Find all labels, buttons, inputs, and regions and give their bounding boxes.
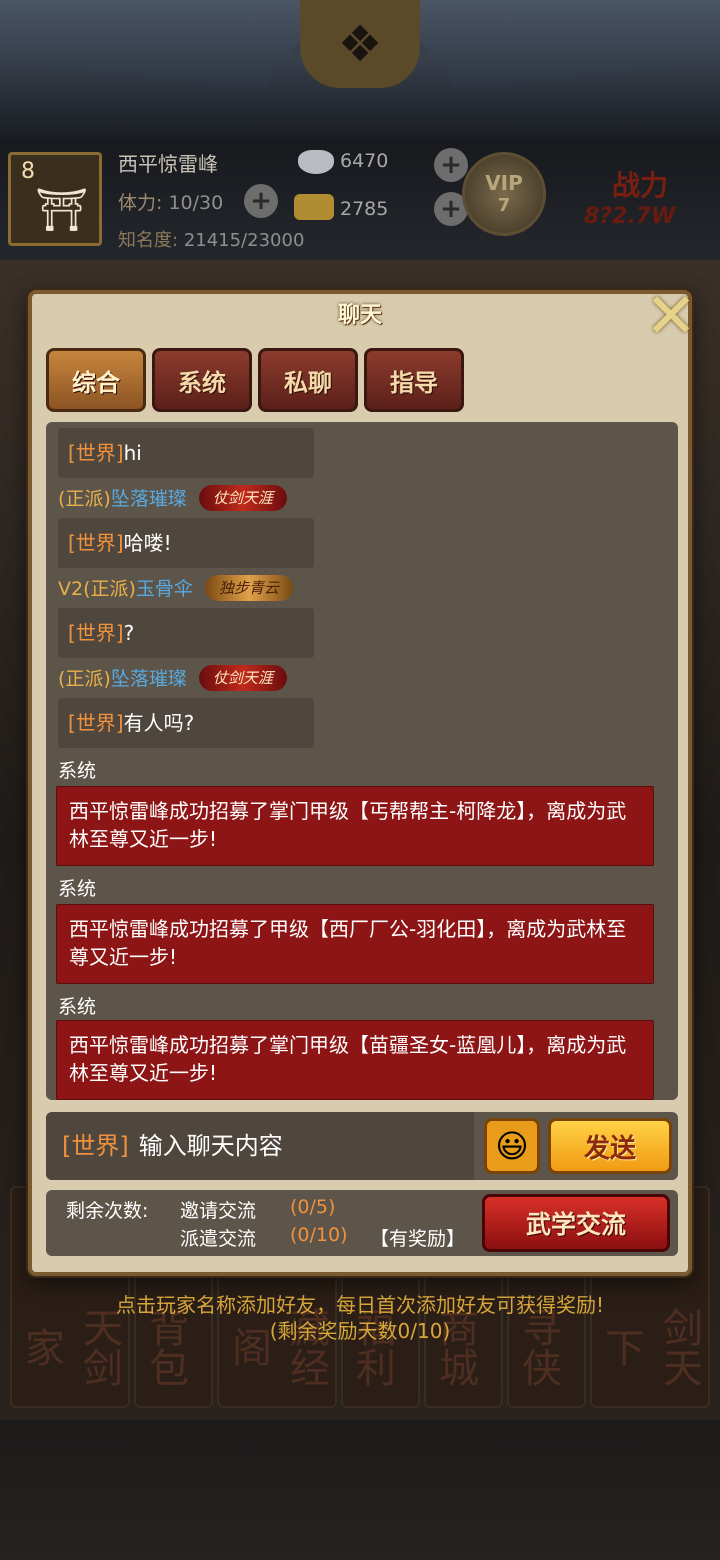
- dispatch-label: 派遣交流: [180, 1228, 257, 1250]
- invite-count: (0/5): [290, 1196, 336, 1218]
- remaining-label: 剩余次数:: [66, 1200, 149, 1222]
- vip-badge[interactable]: VIP 7: [462, 152, 546, 236]
- message-text: hi: [123, 441, 142, 465]
- top-banner: ❖: [0, 0, 720, 140]
- message-text: 有人吗?: [123, 711, 195, 735]
- vip-label: VIP: [485, 171, 523, 195]
- pavilion-icon: ⛩: [35, 185, 89, 234]
- message-sender: (正派)坠落璀璨 仗剑天涯: [58, 484, 287, 511]
- invite-label: 邀请交流: [180, 1200, 257, 1222]
- message-bubble: [世界]?: [58, 608, 314, 658]
- input-channel-selector[interactable]: [世界]: [62, 1132, 129, 1160]
- close-icon[interactable]: ✕: [640, 285, 702, 350]
- tab-private[interactable]: 私聊: [258, 348, 358, 412]
- chat-message: [世界]有人吗?: [58, 698, 314, 748]
- system-message: 西平惊雷峰成功招募了掌门甲级【丐帮帮主-柯降龙】，离成为武林至尊又近一步!: [56, 786, 654, 866]
- chat-input-row: [世界] 输入聊天内容 😃 发送: [46, 1112, 678, 1180]
- message-channel: [世界]: [68, 531, 124, 555]
- sender-faction: V2(正派): [58, 578, 136, 600]
- chat-dialog: 聊天 ✕ 综合 系统 私聊 指导 [世界]hi (正派)坠落璀璨 仗剑天涯 [世…: [28, 285, 697, 1276]
- martial-exchange-button[interactable]: 武学交流: [482, 1194, 670, 1252]
- tab-guide[interactable]: 指导: [364, 348, 464, 412]
- message-bubble: [世界]哈喽!: [58, 518, 314, 568]
- message-sender: V2(正派)玉骨伞 独步青云: [58, 574, 293, 601]
- chat-message: [世界]?: [58, 608, 314, 658]
- message-channel: [世界]: [68, 621, 124, 645]
- roof-ornament-icon: ❖: [300, 0, 420, 88]
- stamina-readout: 体力: 10/30: [118, 188, 223, 215]
- friend-hint: 点击玩家名称添加好友，每日首次添加好友可获得奖励! (剩余奖励天数0/10): [0, 1292, 720, 1344]
- roof-right: [390, 0, 720, 90]
- dispatch-count: (0/10): [290, 1224, 348, 1246]
- player-level: 8: [21, 159, 35, 184]
- message-channel: [世界]: [68, 441, 124, 465]
- player-avatar[interactable]: 8 ⛩: [8, 152, 102, 246]
- vip-level: 7: [497, 195, 511, 216]
- tab-general[interactable]: 综合: [46, 348, 146, 412]
- stamina-label: 体力:: [118, 192, 163, 214]
- add-stamina-button[interactable]: +: [244, 184, 278, 218]
- sender-faction: (正派): [58, 488, 111, 510]
- sender-title-badge: 仗剑天涯: [198, 664, 287, 691]
- emoji-icon[interactable]: 😃: [484, 1118, 540, 1174]
- power-value: 8?2.7W: [584, 204, 676, 229]
- system-message: 西平惊雷峰成功招募了甲级【西厂厂公-羽化田】，离成为武林至尊又近一步!: [56, 904, 654, 984]
- sender-name-link[interactable]: 坠落璀璨: [111, 488, 187, 510]
- message-sender: (正派)坠落璀璨 仗剑天涯: [58, 664, 287, 691]
- add-silver-button[interactable]: +: [434, 148, 468, 182]
- silver-amount: 6470: [340, 150, 389, 172]
- sender-faction: (正派): [58, 668, 111, 690]
- system-message: 西平惊雷峰成功招募了掌门甲级【苗疆圣女-蓝凰儿】，离成为武林至尊又近一步!: [56, 1020, 654, 1100]
- system-message-label: 系统: [58, 996, 97, 1018]
- bottom-bar: [0, 1420, 720, 1560]
- roof-left: [0, 0, 330, 90]
- fame-readout: 知名度: 21415/23000: [118, 226, 304, 252]
- reward-note: 【有奖励】: [370, 1228, 466, 1250]
- system-message-label: 系统: [58, 878, 97, 900]
- gold-amount: 2785: [340, 198, 389, 220]
- message-channel: [世界]: [68, 711, 124, 735]
- message-bubble: [世界]有人吗?: [58, 698, 314, 748]
- chat-message: [世界]哈喽!: [58, 518, 314, 568]
- fame-value: 21415/23000: [183, 230, 305, 251]
- tab-system[interactable]: 系统: [152, 348, 252, 412]
- system-message-label: 系统: [58, 760, 97, 782]
- stamina-value: 10/30: [168, 192, 224, 214]
- chat-input[interactable]: [世界] 输入聊天内容: [46, 1112, 474, 1180]
- friend-hint-line1: 点击玩家名称添加好友，每日首次添加好友可获得奖励!: [115, 1293, 605, 1317]
- dialog-title: 聊天: [337, 303, 382, 328]
- fame-label: 知名度:: [118, 230, 179, 251]
- sender-title-badge: 仗剑天涯: [198, 484, 287, 511]
- sender-title-badge: 独步青云: [204, 574, 293, 601]
- silver-ingot-icon: [298, 150, 334, 174]
- chat-tabs: 综合 系统 私聊 指导: [46, 348, 464, 412]
- power-label: 战力: [612, 169, 669, 202]
- chat-message: [世界]hi: [58, 428, 314, 478]
- chat-input-placeholder: 输入聊天内容: [138, 1132, 283, 1160]
- message-text: ?: [123, 621, 135, 645]
- sender-name-link[interactable]: 坠落璀璨: [111, 668, 187, 690]
- message-bubble: [世界]hi: [58, 428, 314, 478]
- exchange-panel: 剩余次数: 邀请交流 (0/5) 派遣交流 (0/10) 【有奖励】 武学交流: [46, 1190, 678, 1256]
- send-button[interactable]: 发送: [548, 1118, 672, 1174]
- message-text: 哈喽!: [123, 531, 172, 555]
- gold-ingot-icon: [294, 194, 334, 220]
- chat-message-list[interactable]: [世界]hi (正派)坠落璀璨 仗剑天涯 [世界]哈喽! V2(正派)玉骨伞 独…: [46, 422, 678, 1100]
- player-name: 西平惊雷峰: [118, 152, 218, 176]
- sender-name-link[interactable]: 玉骨伞: [136, 578, 193, 600]
- friend-hint-line2: (剩余奖励天数0/10): [269, 1319, 451, 1343]
